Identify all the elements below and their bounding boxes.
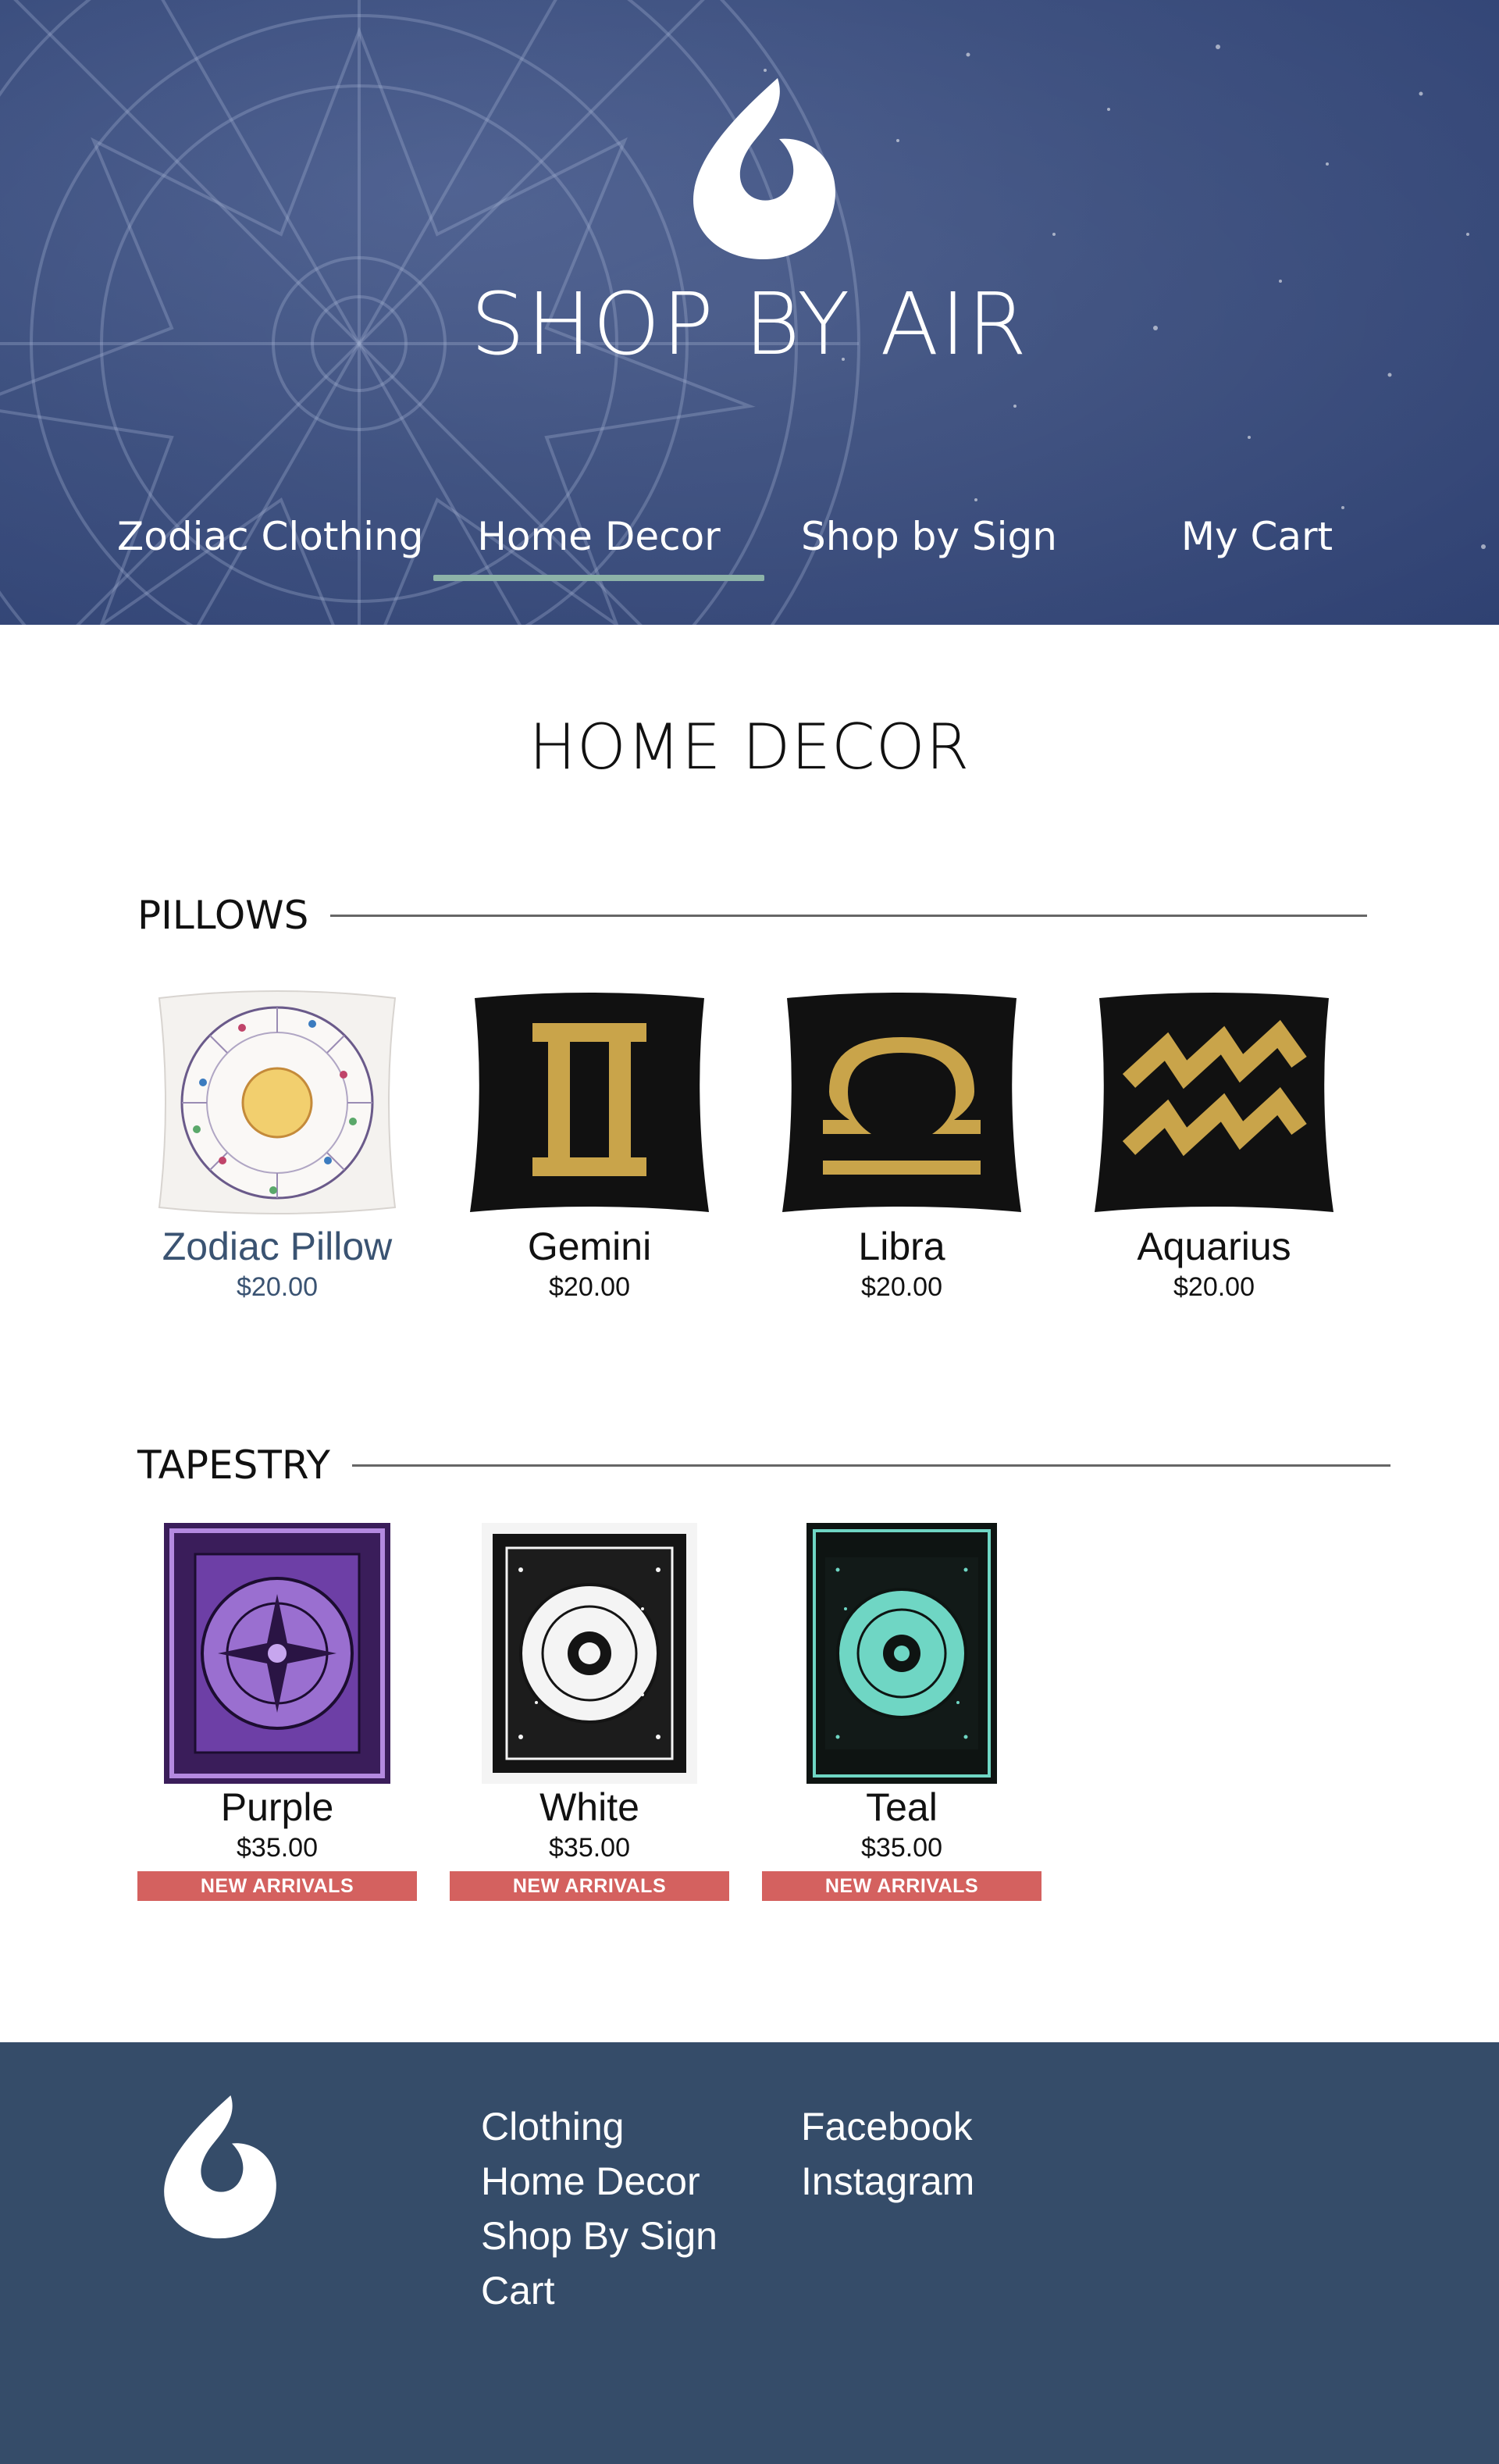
new-arrivals-badge: NEW ARRIVALS xyxy=(762,1871,1041,1901)
product-zodiac-pillow[interactable]: Zodiac Pillow $20.00 xyxy=(137,981,418,1304)
nav-my-cart[interactable]: My Cart xyxy=(1124,514,1390,561)
product-price: $35.00 xyxy=(549,1833,630,1863)
section-divider xyxy=(351,1464,1390,1467)
nav-home-decor[interactable]: Home Decor xyxy=(437,514,760,561)
product-name[interactable]: White xyxy=(449,1784,730,1831)
main-nav: Zodiac Clothing Home Decor Shop by Sign … xyxy=(0,500,1499,594)
product-price: $20.00 xyxy=(237,1272,318,1302)
product-price: $20.00 xyxy=(1173,1272,1255,1302)
product-price: $20.00 xyxy=(549,1272,630,1302)
nav-zodiac-clothing[interactable]: Zodiac Clothing xyxy=(117,514,424,561)
air-swirl-logo-icon[interactable] xyxy=(162,2092,279,2239)
site-footer: Clothing Home Decor Shop By Sign Cart Fa… xyxy=(0,2042,1499,2464)
product-name[interactable]: Gemini xyxy=(449,1223,730,1270)
page-title: HOME DECOR xyxy=(529,711,970,783)
product-gemini[interactable]: Gemini $20.00 xyxy=(449,981,730,1304)
new-arrivals-badge: NEW ARRIVALS xyxy=(450,1871,729,1901)
product-price: $35.00 xyxy=(861,1833,942,1863)
teal-tapestry-image xyxy=(806,1523,997,1784)
product-libra[interactable]: Libra $20.00 xyxy=(761,981,1042,1304)
white-tapestry-image xyxy=(482,1523,697,1784)
product-aquarius[interactable]: Aquarius $20.00 xyxy=(1074,981,1355,1304)
new-arrivals-badge: NEW ARRIVALS xyxy=(137,1871,417,1901)
product-name[interactable]: Zodiac Pillow xyxy=(137,1223,418,1270)
footer-social-links: Facebook Instagram xyxy=(801,2105,974,2220)
product-white-tapestry[interactable]: White $35.00 NEW ARRIVALS xyxy=(449,1523,730,1901)
product-price: $20.00 xyxy=(861,1272,942,1302)
brand-name: SHOP BY AIR xyxy=(470,274,1029,374)
air-swirl-logo-icon[interactable] xyxy=(690,75,839,259)
tapestry-heading: TAPESTRY xyxy=(137,1442,330,1488)
product-name[interactable]: Purple xyxy=(137,1784,418,1831)
active-nav-underline xyxy=(433,575,764,581)
nav-shop-by-sign[interactable]: Shop by Sign xyxy=(781,514,1077,561)
purple-tapestry-image xyxy=(164,1523,390,1784)
footer-link-instagram[interactable]: Instagram xyxy=(801,2142,974,2220)
product-teal-tapestry[interactable]: Teal $35.00 NEW ARRIVALS xyxy=(761,1523,1042,1901)
product-name[interactable]: Libra xyxy=(761,1223,1042,1270)
product-price: $35.00 xyxy=(237,1833,318,1863)
zodiac-wheel-pillow-icon xyxy=(158,990,397,1214)
footer-shop-links: Clothing Home Decor Shop By Sign Cart xyxy=(481,2105,717,2330)
pillows-section-header: PILLOWS xyxy=(137,892,1368,939)
aquarius-symbol-icon xyxy=(1095,993,1333,1212)
product-name[interactable]: Aquarius xyxy=(1074,1223,1355,1270)
site-header: SHOP BY AIR Zodiac Clothing Home Decor S… xyxy=(0,0,1499,625)
tapestry-section-header: TAPESTRY xyxy=(137,1442,1390,1489)
pillows-heading: PILLOWS xyxy=(137,893,309,938)
gemini-symbol-icon xyxy=(470,993,709,1212)
product-purple-tapestry[interactable]: Purple $35.00 NEW ARRIVALS xyxy=(137,1523,418,1901)
libra-symbol-icon xyxy=(782,993,1021,1212)
section-divider xyxy=(330,914,1368,917)
product-name[interactable]: Teal xyxy=(761,1784,1042,1831)
